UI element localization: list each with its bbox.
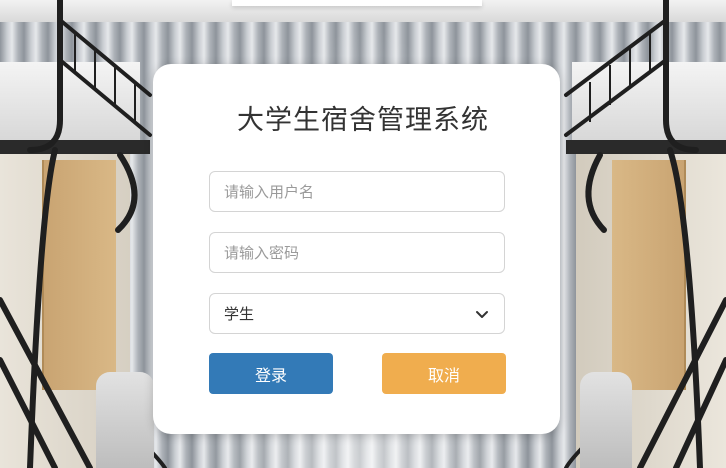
login-button[interactable]: 登录 [209,353,333,394]
role-select-value: 学生 [224,305,255,323]
role-select-box[interactable]: 学生 [209,293,505,334]
right-chair [580,372,632,468]
chevron-down-icon [476,310,488,318]
left-chair [96,372,154,468]
password-input[interactable] [209,232,505,273]
role-select[interactable]: 学生 [209,293,505,334]
page-title: 大学生宿舍管理系统 [237,105,489,136]
cancel-button[interactable]: 取消 [382,353,506,394]
username-input[interactable] [209,171,505,212]
